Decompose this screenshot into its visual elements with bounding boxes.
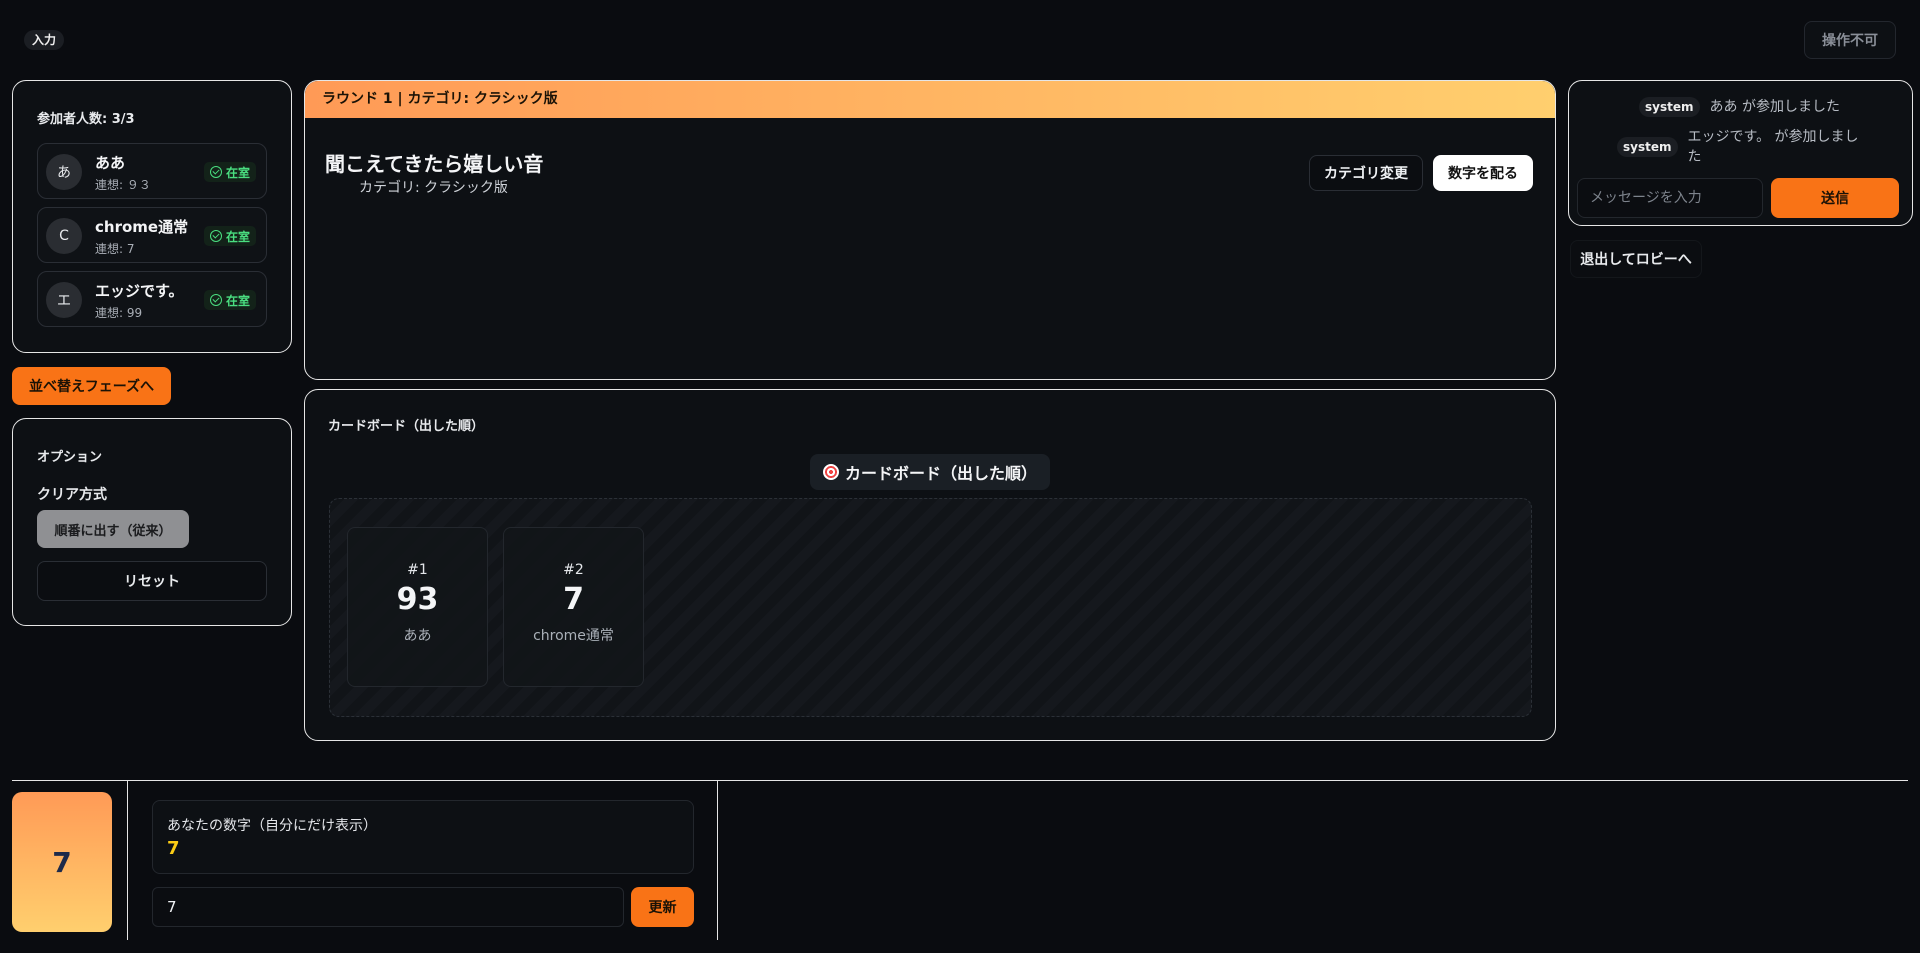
my-card: 7 xyxy=(12,792,112,932)
my-number-label: あなたの数字（自分にだけ表示） xyxy=(167,818,377,834)
played-card[interactable]: #2 7 chrome通常 xyxy=(503,527,644,687)
divider xyxy=(12,780,1908,781)
message-text: エッジです。 が参加しました xyxy=(1687,129,1859,165)
deal-numbers-button[interactable]: 数字を配る xyxy=(1433,155,1533,191)
topic-panel: ラウンド 1 | カテゴリ: クラシック版 聞こえてきたら嬉しい音 カテゴリ: … xyxy=(304,80,1556,380)
sender-badge: system xyxy=(1639,97,1700,117)
target-icon xyxy=(822,464,839,480)
presence-label: 在室 xyxy=(225,229,250,244)
card-player: chrome通常 xyxy=(533,628,614,644)
my-number-box: あなたの数字（自分にだけ表示） 7 xyxy=(152,800,694,874)
participant-name: chrome通常 xyxy=(95,218,189,236)
options-title: オプション xyxy=(37,450,103,465)
board-pill-label: カードボード（出した順） xyxy=(844,464,1037,483)
participant-row: エ エッジです。 連想: 99 在室 xyxy=(37,271,267,327)
chat-panel: system ああ が参加しました system エッジです。 が参加しました … xyxy=(1568,80,1913,226)
card-board-panel: カードボード（出した順） カードボード（出した順） #1 93 ああ #2 7 … xyxy=(304,389,1556,741)
participant-row: あ ああ 連想: ９３ 在室 xyxy=(37,143,267,199)
presence-label: 在室 xyxy=(225,165,250,180)
topic-category: カテゴリ: クラシック版 xyxy=(359,180,508,196)
my-number-value: 7 xyxy=(167,838,180,859)
divider xyxy=(127,780,128,940)
presence-label: 在室 xyxy=(225,293,250,308)
participants-title: 参加者人数: 3/3 xyxy=(37,112,135,127)
participant-association: 連想: 99 xyxy=(95,306,143,320)
card-value: 7 xyxy=(563,582,584,617)
participants-panel: 参加者人数: 3/3 あ ああ 連想: ９３ 在室 C chrome通常 連想:… xyxy=(12,80,292,353)
clear-method-label: クリア方式 xyxy=(37,487,107,503)
sender-badge: system xyxy=(1617,137,1678,157)
participant-association: 連想: ９３ xyxy=(95,178,151,192)
topic-title: 聞こえてきたら嬉しい音 xyxy=(325,152,544,176)
avatar: あ xyxy=(46,154,82,190)
presence-badge: 在室 xyxy=(203,226,256,246)
card-dropzone[interactable]: #1 93 ああ #2 7 chrome通常 xyxy=(329,498,1532,717)
message-input[interactable] xyxy=(1577,178,1763,218)
participant-row: C chrome通常 連想: 7 在室 xyxy=(37,207,267,263)
round-bar: ラウンド 1 | カテゴリ: クラシック版 xyxy=(305,81,1555,118)
board-pill: カードボード（出した順） xyxy=(810,454,1050,490)
avatar: エ xyxy=(46,282,82,318)
participant-name: エッジです。 xyxy=(95,282,184,300)
sort-phase-button[interactable]: 並べ替えフェーズへ xyxy=(12,367,171,405)
presence-badge: 在室 xyxy=(203,290,256,310)
clear-method-option[interactable]: 順番に出す（従来） xyxy=(37,510,189,548)
participant-name: ああ xyxy=(95,154,126,172)
options-panel: オプション クリア方式 順番に出す（従来） リセット xyxy=(12,418,292,626)
chat-message: system エッジです。 が参加しました xyxy=(1617,127,1867,167)
card-value: 93 xyxy=(396,582,439,617)
played-card[interactable]: #1 93 ああ xyxy=(347,527,488,687)
association-input[interactable] xyxy=(152,887,624,927)
participant-association: 連想: 7 xyxy=(95,242,135,256)
mode-tag: 入力 xyxy=(24,30,65,50)
check-circle-icon xyxy=(209,230,222,242)
chat-message: system ああ が参加しました xyxy=(1639,97,1840,117)
send-button[interactable]: 送信 xyxy=(1771,178,1899,218)
reset-button[interactable]: リセット xyxy=(37,561,267,601)
avatar: C xyxy=(46,218,82,254)
disabled-button[interactable]: 操作不可 xyxy=(1804,21,1896,59)
message-text: ああ が参加しました xyxy=(1709,99,1840,115)
board-title: カードボード（出した順） xyxy=(328,419,485,434)
presence-badge: 在室 xyxy=(203,162,256,182)
card-player: ああ xyxy=(403,628,432,644)
check-circle-icon xyxy=(209,294,222,306)
check-circle-icon xyxy=(209,166,222,178)
leave-to-lobby-button[interactable]: 退出してロビーへ xyxy=(1570,240,1702,278)
card-index: #1 xyxy=(407,562,428,578)
change-category-button[interactable]: カテゴリ変更 xyxy=(1309,155,1423,191)
card-index: #2 xyxy=(563,562,584,578)
divider xyxy=(717,780,718,940)
update-button[interactable]: 更新 xyxy=(631,887,694,927)
